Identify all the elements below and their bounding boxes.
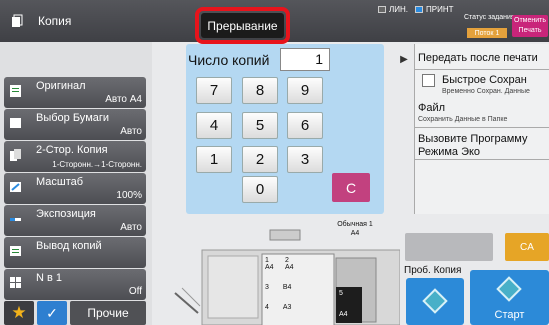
key-3[interactable]: 3 — [287, 146, 323, 173]
key-8[interactable]: 8 — [242, 77, 278, 104]
start-button[interactable]: Старт — [470, 270, 549, 325]
key-4[interactable]: 4 — [196, 112, 232, 139]
exposure-icon — [10, 218, 21, 221]
quick-save-subtitle: Временно Сохран. Данные — [442, 88, 530, 95]
tray-4[interactable]: 4 A3 — [265, 304, 291, 311]
copies-label: Число копий — [188, 52, 270, 68]
proof-copy-button[interactable] — [406, 278, 464, 325]
proof-copy-label: Проб. Копия — [404, 265, 462, 276]
job-progress-bar[interactable]: Поток 1 — [467, 28, 507, 38]
key-2[interactable]: 2 — [242, 146, 278, 173]
document-icon — [10, 85, 21, 97]
mode-tab-copy[interactable]: Копия — [0, 0, 176, 42]
file-subtitle: Сохранить Данные в Папке — [418, 116, 508, 123]
confirm-check-icon[interactable]: ✓ — [37, 301, 67, 325]
file-title[interactable]: Файл — [418, 102, 445, 114]
mode-label: Копия — [38, 14, 72, 28]
panel-collapse-arrow-icon[interactable]: ▶ — [396, 44, 412, 74]
cancel-print-button[interactable]: Отменить Печать — [512, 15, 548, 37]
start-diamond-icon — [422, 288, 448, 314]
clear-all-button[interactable]: CA — [505, 233, 549, 261]
n-up-icon — [10, 277, 21, 288]
output-tray-icon — [10, 246, 21, 256]
zoom-icon — [10, 182, 21, 192]
send-after-print-item[interactable]: Передать после печати — [418, 52, 538, 64]
line-indicator-icon — [378, 6, 386, 13]
quick-save-title[interactable]: Быстрое Сохран — [442, 74, 527, 86]
job-status-label[interactable]: Статус задания — [464, 14, 515, 21]
key-0[interactable]: 0 — [242, 176, 278, 203]
original-button[interactable]: Оригинал Авто A4 — [4, 77, 146, 108]
other-button[interactable]: Прочие — [70, 301, 146, 325]
tray-3[interactable]: 3 B4 — [265, 284, 291, 291]
start-label: Старт — [494, 309, 525, 321]
copy-icon — [12, 14, 23, 27]
paper-select-button[interactable]: Выбор Бумаги Авто — [4, 109, 146, 140]
preview-button[interactable] — [405, 233, 493, 261]
tray-1[interactable]: 1 A4 — [265, 257, 274, 271]
bypass-tray[interactable]: 5 A4 — [336, 287, 362, 323]
divider — [414, 69, 549, 70]
paper-tray-icon — [10, 118, 21, 128]
exposure-button[interactable]: Экспозиция Авто — [4, 205, 146, 236]
key-1[interactable]: 1 — [196, 146, 232, 173]
eco-program-item[interactable]: Вызовите Программу Режима Эко — [418, 133, 543, 159]
tray-2[interactable]: 2 A4 — [285, 257, 294, 271]
n-up-button[interactable]: N в 1 Off — [4, 269, 146, 300]
print-status: ПРИНТ — [415, 5, 454, 14]
scale-button[interactable]: Масштаб 100% — [4, 173, 146, 204]
key-7[interactable]: 7 — [196, 77, 232, 104]
clear-button[interactable]: C — [332, 173, 370, 202]
copies-field[interactable]: 1 — [280, 48, 330, 71]
key-6[interactable]: 6 — [287, 112, 323, 139]
duplex-icon — [10, 149, 21, 161]
divider — [414, 159, 549, 160]
output-button[interactable]: Вывод копий — [4, 237, 146, 268]
quick-save-checkbox[interactable] — [422, 74, 435, 87]
interrupt-button[interactable]: Прерывание — [201, 13, 284, 38]
favorites-star-icon[interactable]: ★ — [4, 301, 34, 325]
start-diamond-icon — [496, 276, 522, 302]
print-indicator-icon — [415, 6, 423, 13]
divider — [414, 127, 549, 128]
line-status: ЛИН. — [378, 5, 408, 14]
key-5[interactable]: 5 — [242, 112, 278, 139]
duplex-copy-button[interactable]: 2-Стор. Копия 1-Сторонн.→1-Сторонн. — [4, 141, 146, 172]
paper-info: Обычная 1 A4 — [337, 221, 373, 237]
key-9[interactable]: 9 — [287, 77, 323, 104]
